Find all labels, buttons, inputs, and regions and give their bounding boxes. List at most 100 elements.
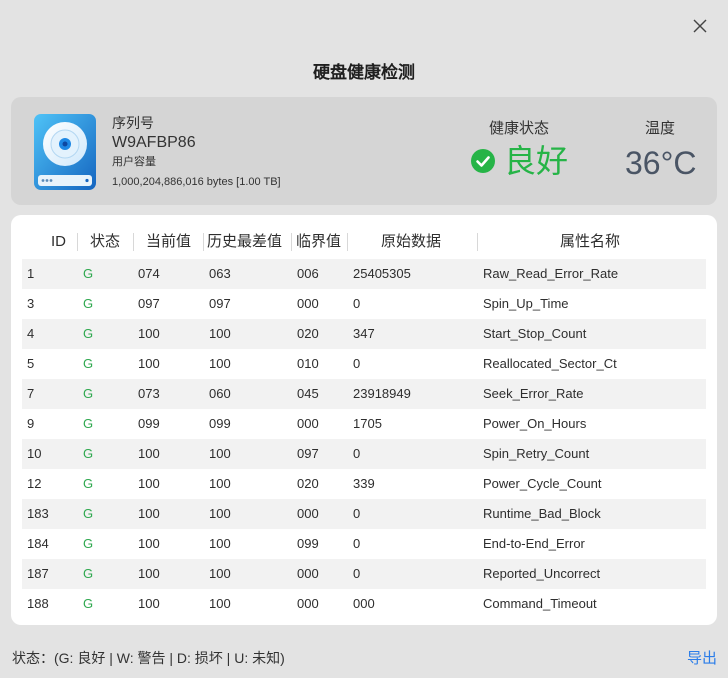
cell-current: 099	[138, 416, 160, 431]
header-id[interactable]: ID	[51, 229, 66, 259]
hard-disk-icon	[34, 114, 96, 190]
cell-threshold: 000	[297, 416, 319, 431]
table-row[interactable]: 187 G 100 100 000 0 Reported_Uncorrect	[22, 559, 706, 589]
cell-name: Reported_Uncorrect	[483, 566, 601, 581]
table-row[interactable]: 4 G 100 100 020 347 Start_Stop_Count	[22, 319, 706, 349]
cell-name: Seek_Error_Rate	[483, 386, 584, 401]
capacity-value: 1,000,204,886,016 bytes [1.00 TB]	[112, 176, 281, 188]
cell-id: 5	[27, 356, 35, 371]
serial-value: W9AFBP86	[112, 134, 196, 151]
cell-worst: 100	[209, 596, 231, 611]
cell-worst: 100	[209, 536, 231, 551]
cell-status: G	[83, 326, 94, 341]
table-body: 1 G 074 063 006 25405305 Raw_Read_Error_…	[22, 259, 706, 619]
cell-current: 074	[138, 266, 160, 281]
cell-threshold: 006	[297, 266, 319, 281]
cell-id: 9	[27, 416, 35, 431]
cell-id: 1	[27, 266, 35, 281]
cell-name: Power_Cycle_Count	[483, 476, 602, 491]
health-value: 良好	[471, 142, 611, 180]
header-threshold[interactable]: 临界值	[296, 229, 341, 259]
cell-id: 187	[27, 566, 49, 581]
header-status[interactable]: 状态	[90, 229, 120, 259]
cell-threshold: 000	[297, 296, 319, 311]
temperature: 温度 36°C	[621, 117, 711, 182]
serial-label: 序列号	[112, 115, 154, 131]
cell-current: 100	[138, 506, 160, 521]
table-row[interactable]: 3 G 097 097 000 0 Spin_Up_Time	[22, 289, 706, 319]
cell-raw: 339	[353, 476, 375, 491]
status-legend: 状态：(G: 良好 | W: 警告 | D: 损坏 | U: 未知)	[12, 650, 285, 666]
cell-name: Reallocated_Sector_Ct	[483, 356, 617, 371]
temperature-label: 温度	[645, 120, 676, 137]
cell-id: 7	[27, 386, 35, 401]
cell-worst: 097	[209, 296, 231, 311]
smart-attributes-table: ID 状态 当前值 历史最差值 临界值 原始数据 属性名称 1 G 074 06…	[11, 215, 717, 625]
cell-id: 12	[27, 476, 42, 491]
cell-status: G	[83, 296, 94, 311]
table-row[interactable]: 7 G 073 060 045 23918949 Seek_Error_Rate	[22, 379, 706, 409]
cell-current: 100	[138, 356, 160, 371]
disk-health-dialog: 硬盘健康检测 序列号 W9AFBP86 用户容量 1,000,204,886,0…	[0, 0, 728, 678]
cell-raw: 0	[353, 536, 361, 551]
table-row[interactable]: 9 G 099 099 000 1705 Power_On_Hours	[22, 409, 706, 439]
cell-status: G	[83, 566, 94, 581]
cell-status: G	[83, 416, 94, 431]
cell-status: G	[83, 356, 94, 371]
cell-raw: 0	[353, 356, 361, 371]
cell-status: G	[83, 476, 94, 491]
cell-status: G	[83, 446, 94, 461]
cell-current: 073	[138, 386, 160, 401]
cell-threshold: 010	[297, 356, 319, 371]
cell-id: 184	[27, 536, 49, 551]
cell-current: 100	[138, 326, 160, 341]
cell-current: 100	[138, 566, 160, 581]
health-label: 健康状态	[489, 120, 550, 137]
cell-status: G	[83, 536, 94, 551]
health-status: 健康状态 良好	[471, 117, 611, 180]
cell-threshold: 099	[297, 536, 319, 551]
cell-current: 100	[138, 476, 160, 491]
capacity-label: 用户容量	[112, 156, 156, 168]
cell-worst: 100	[209, 446, 231, 461]
cell-id: 3	[27, 296, 35, 311]
export-button[interactable]: 导出	[687, 647, 717, 668]
header-current[interactable]: 当前值	[146, 229, 191, 259]
cell-status: G	[83, 596, 94, 611]
cell-raw: 25405305	[353, 266, 411, 281]
disk-info-card: 序列号 W9AFBP86 用户容量 1,000,204,886,016 byte…	[11, 97, 717, 205]
cell-id: 188	[27, 596, 49, 611]
table-row[interactable]: 12 G 100 100 020 339 Power_Cycle_Count	[22, 469, 706, 499]
close-button[interactable]	[688, 14, 712, 38]
cell-id: 4	[27, 326, 35, 341]
header-name[interactable]: 属性名称	[560, 229, 620, 259]
table-row[interactable]: 183 G 100 100 000 0 Runtime_Bad_Block	[22, 499, 706, 529]
cell-raw: 0	[353, 296, 361, 311]
table-row[interactable]: 10 G 100 100 097 0 Spin_Retry_Count	[22, 439, 706, 469]
cell-name: Spin_Up_Time	[483, 296, 569, 311]
table-row[interactable]: 1 G 074 063 006 25405305 Raw_Read_Error_…	[22, 259, 706, 289]
cell-worst: 060	[209, 386, 231, 401]
header-raw[interactable]: 原始数据	[381, 229, 441, 259]
check-circle-icon	[471, 149, 495, 173]
table-row[interactable]: 188 G 100 100 000 000 Command_Timeout	[22, 589, 706, 619]
cell-name: End-to-End_Error	[483, 536, 585, 551]
table-row[interactable]: 184 G 100 100 099 0 End-to-End_Error	[22, 529, 706, 559]
cell-raw: 1705	[353, 416, 382, 431]
cell-id: 183	[27, 506, 49, 521]
cell-worst: 063	[209, 266, 231, 281]
table-row[interactable]: 5 G 100 100 010 0 Reallocated_Sector_Ct	[22, 349, 706, 379]
header-worst[interactable]: 历史最差值	[207, 229, 282, 259]
cell-threshold: 000	[297, 566, 319, 581]
cell-raw: 0	[353, 566, 361, 581]
dialog-title: 硬盘健康检测	[313, 63, 415, 82]
cell-threshold: 000	[297, 596, 319, 611]
table-header: ID 状态 当前值 历史最差值 临界值 原始数据 属性名称	[22, 229, 706, 259]
cell-raw: 347	[353, 326, 375, 341]
cell-name: Start_Stop_Count	[483, 326, 587, 341]
cell-worst: 100	[209, 506, 231, 521]
cell-worst: 099	[209, 416, 231, 431]
cell-raw: 000	[353, 596, 375, 611]
cell-name: Spin_Retry_Count	[483, 446, 590, 461]
cell-raw: 23918949	[353, 386, 411, 401]
